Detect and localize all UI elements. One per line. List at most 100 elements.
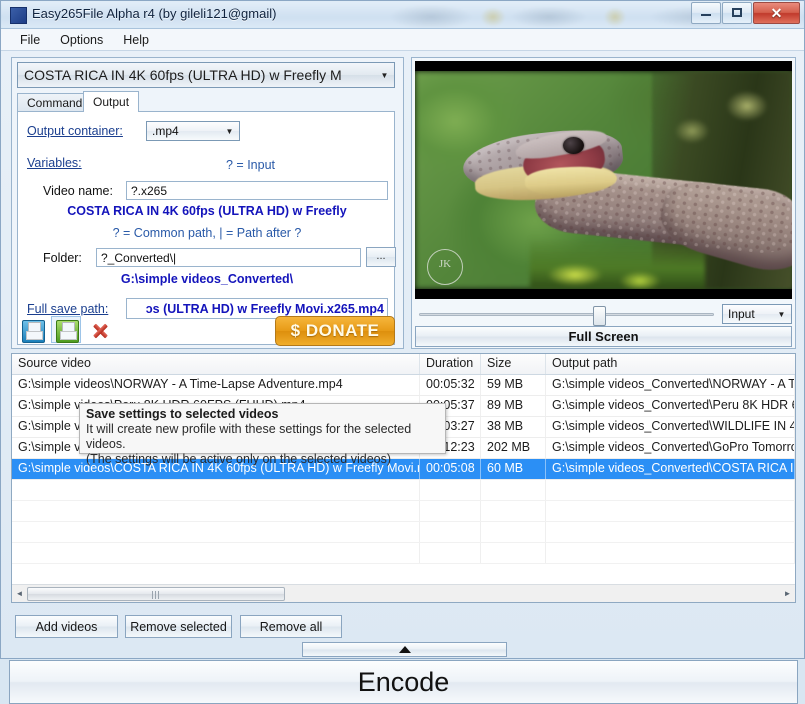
- seek-track-line: [419, 313, 714, 316]
- table-empty-row: [12, 543, 795, 564]
- application-window: Easy265File Alpha r4 (by gileli121@gmail…: [0, 0, 805, 704]
- hint-input: ? = Input: [226, 158, 275, 172]
- table-horizontal-scrollbar[interactable]: ◄ ►: [12, 584, 795, 602]
- video-name-value: ?.x265: [131, 183, 168, 198]
- cell-source: G:\simple videos\NORWAY - A Time-Lapse A…: [12, 375, 420, 395]
- profile-selector-value: COSTA RICA IN 4K 60fps (ULTRA HD) w Free…: [24, 67, 342, 83]
- scroll-right-icon[interactable]: ►: [780, 589, 795, 598]
- tab-command[interactable]: Command: [17, 93, 93, 112]
- table-empty-row: [12, 522, 795, 543]
- close-button[interactable]: ✕: [753, 2, 800, 24]
- folder-input[interactable]: ?_Converted\|: [96, 248, 361, 267]
- snake-eye: [563, 137, 584, 154]
- cell-size: 202 MB: [481, 438, 546, 458]
- app-icon: [10, 7, 27, 24]
- table-empty-row: [12, 501, 795, 522]
- title-bar: Easy265File Alpha r4 (by gileli121@gmail…: [1, 1, 804, 29]
- video-name-label: Video name:: [43, 184, 113, 198]
- tooltip-line-1: It will create new profile with these se…: [86, 422, 412, 451]
- video-watermark-icon: [427, 249, 463, 285]
- chevron-up-icon: [398, 646, 411, 653]
- minimize-icon: [701, 14, 711, 16]
- window-title: Easy265File Alpha r4 (by gileli121@gmail…: [32, 6, 277, 21]
- remove-selected-button[interactable]: Remove selected: [125, 615, 232, 638]
- tooltip: Save settings to selected videos It will…: [79, 403, 446, 466]
- output-tab-page: Output container: .mp4 ▼ Variables: ? = …: [17, 111, 396, 345]
- tooltip-title: Save settings to selected videos: [86, 407, 279, 421]
- tab-output[interactable]: Output: [83, 91, 140, 112]
- preview-source-select[interactable]: Input ▼: [722, 304, 792, 324]
- browse-folder-button[interactable]: ...: [366, 247, 396, 267]
- video-name-input[interactable]: ?.x265: [126, 181, 388, 200]
- variables-label: Variables:: [27, 156, 82, 170]
- collapse-panel-button[interactable]: [302, 642, 507, 657]
- cell-output: G:\simple videos_Converted\Peru 8K HDR 6…: [546, 396, 795, 416]
- column-header-source-video[interactable]: Source video: [12, 354, 420, 374]
- folder-label: Folder:: [43, 251, 82, 265]
- video-preview[interactable]: [415, 61, 792, 299]
- preview-panel: Input ▼ Full Screen: [411, 57, 796, 349]
- profile-actions-toolbar: $ DONATE: [17, 316, 395, 346]
- scrollbar-grip-icon: [152, 590, 160, 599]
- video-name-preview: COSTA RICA IN 4K 60fps (ULTRA HD) w Free…: [67, 204, 347, 218]
- seek-slider[interactable]: [415, 304, 718, 326]
- cell-size: 38 MB: [481, 417, 546, 437]
- full-save-path-label: Full save path:: [27, 302, 109, 316]
- table-empty-row: [12, 480, 795, 501]
- close-icon: ✕: [770, 5, 783, 21]
- window-controls: ✕: [691, 2, 800, 24]
- cell-output: G:\simple videos_Converted\NORWAY - A Ti…: [546, 375, 795, 395]
- column-header-duration[interactable]: Duration: [420, 354, 481, 374]
- cell-size: 59 MB: [481, 375, 546, 395]
- settings-panel: COSTA RICA IN 4K 60fps (ULTRA HD) w Free…: [11, 57, 404, 349]
- cell-duration: 00:05:32: [420, 375, 481, 395]
- scroll-left-icon[interactable]: ◄: [12, 589, 27, 598]
- profile-selector[interactable]: COSTA RICA IN 4K 60fps (ULTRA HD) w Free…: [17, 62, 395, 88]
- moss-patch: [530, 237, 705, 289]
- folder-preview: G:\simple videos_Converted\: [120, 272, 294, 286]
- playback-controls: Input ▼: [415, 303, 792, 326]
- chevron-down-icon: ▼: [380, 70, 389, 80]
- minimize-button[interactable]: [691, 2, 721, 24]
- full-save-path-value: ɔs (ULTRA HD) w Freefly Movi.x265.mp4: [145, 301, 384, 316]
- save-profile-button[interactable]: [17, 316, 47, 343]
- menu-item-help[interactable]: Help: [114, 31, 158, 49]
- output-container-select[interactable]: .mp4 ▼: [146, 121, 240, 141]
- maximize-icon: [732, 8, 742, 17]
- video-list-table: Source video Duration Size Output path G…: [11, 353, 796, 603]
- seek-thumb[interactable]: [593, 306, 606, 326]
- encode-button[interactable]: Encode: [9, 660, 798, 704]
- chevron-down-icon: ▼: [777, 309, 786, 319]
- save-settings-to-selected-videos-button[interactable]: [51, 316, 81, 343]
- cell-output: G:\simple videos_Converted\GoPro Tomorro…: [546, 438, 795, 458]
- table-header-row: Source video Duration Size Output path: [12, 354, 795, 375]
- save-blue-floppy-icon: [22, 320, 45, 343]
- menu-bar: File Options Help: [1, 29, 804, 51]
- delete-profile-button[interactable]: [85, 316, 115, 343]
- remove-all-button[interactable]: Remove all: [240, 615, 342, 638]
- menu-item-options[interactable]: Options: [51, 31, 112, 49]
- output-container-value: .mp4: [152, 124, 179, 138]
- main-content: COSTA RICA IN 4K 60fps (ULTRA HD) w Free…: [1, 51, 805, 704]
- output-container-label: Output container:: [27, 124, 123, 138]
- tooltip-line-2: (The settings will be active only on the…: [86, 452, 392, 466]
- scrollbar-thumb[interactable]: [27, 586, 285, 601]
- cell-output: G:\simple videos_Converted\WILDLIFE IN 4…: [546, 417, 795, 437]
- cell-size: 60 MB: [481, 459, 546, 479]
- column-header-size[interactable]: Size: [481, 354, 546, 374]
- folder-value: ?_Converted\|: [101, 250, 177, 265]
- full-screen-button[interactable]: Full Screen: [415, 326, 792, 347]
- cell-size: 89 MB: [481, 396, 546, 416]
- settings-tabs: Command Output: [17, 91, 395, 112]
- save-green-floppy-icon: [56, 320, 79, 343]
- maximize-button[interactable]: [722, 2, 752, 24]
- preview-source-value: Input: [728, 307, 755, 321]
- menu-item-file[interactable]: File: [11, 31, 49, 49]
- video-frame: [415, 71, 792, 289]
- column-header-output-path[interactable]: Output path: [546, 354, 795, 374]
- hint-paths: ? = Common path, | = Path after ?: [112, 226, 302, 240]
- delete-red-x-icon: [90, 320, 111, 341]
- donate-button[interactable]: $ DONATE: [275, 316, 395, 346]
- add-videos-button[interactable]: Add videos: [15, 615, 118, 638]
- table-row[interactable]: G:\simple videos\NORWAY - A Time-Lapse A…: [12, 375, 795, 396]
